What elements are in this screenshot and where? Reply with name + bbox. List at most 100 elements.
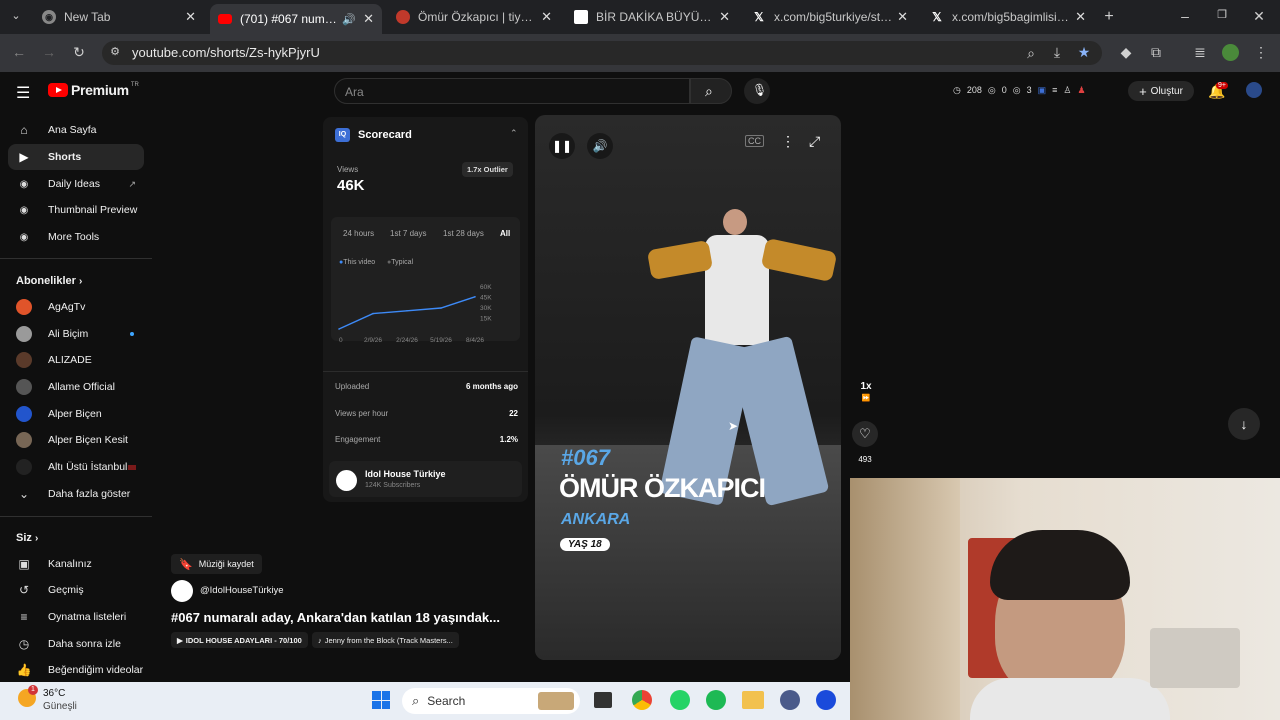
video-title[interactable]: #067 numaralı aday, Ankara'dan katılan 1… (171, 610, 500, 625)
sidebar-item-history[interactable]: ↺ Geçmiş (8, 577, 144, 603)
playback-speed-button[interactable]: 1x ⏩ (854, 381, 878, 409)
pause-button[interactable]: ❚❚ (549, 133, 575, 159)
close-icon[interactable]: ✕ (541, 9, 552, 25)
channel-handle[interactable]: @IdolHouseTürkiye (200, 585, 284, 596)
tab-strip: ⌄ ◉ New Tab ✕ (701) #067 numaralı aday 🔊… (0, 0, 1280, 34)
reading-list-icon[interactable]: ≣ (1191, 44, 1209, 61)
close-icon[interactable]: ✕ (185, 9, 196, 25)
windows-start-icon[interactable] (372, 691, 390, 709)
forward-icon[interactable]: → (40, 44, 58, 60)
new-tab-icon[interactable]: + (1100, 8, 1118, 26)
menu-icon[interactable]: ☰ (16, 83, 30, 103)
app-icon[interactable] (780, 690, 800, 710)
tab-tiyatrolar[interactable]: Ömür Özkapıcı | tiyatrolar... ✕ (388, 4, 560, 30)
minimize-icon[interactable]: – (1176, 8, 1194, 24)
sidebar-sub-item[interactable]: Alper Biçen (8, 401, 144, 427)
range-tab-28d[interactable]: 1st 28 days (443, 229, 484, 238)
sidebar-item-thumbnail-preview[interactable]: ◉ Thumbnail Preview (8, 197, 144, 223)
channel-avatar (16, 459, 32, 475)
url-text[interactable]: youtube.com/shorts/Zs-hykPjyrU (132, 45, 320, 60)
site-info-icon[interactable]: ⚙ (106, 45, 124, 58)
next-video-button[interactable]: ↓ (1228, 408, 1260, 440)
close-icon[interactable]: ✕ (897, 9, 908, 25)
extension-icon[interactable]: ◆ (1117, 44, 1135, 61)
sidebar-item-playlists[interactable]: ≡ Oynatma listeleri (8, 604, 144, 630)
iq-icon[interactable]: ▣ (1038, 85, 1047, 96)
sidebar-sub-item[interactable]: AgAgTv (8, 294, 144, 320)
tab-new-tab[interactable]: ◉ New Tab ✕ (34, 4, 204, 30)
tab-bir-dakika[interactable]: BİR DAKİKA BÜYÜKLER – K ✕ (566, 4, 738, 30)
sidebar-item-daily-ideas[interactable]: ◉ Daily Ideas ↗ (8, 171, 144, 197)
channel-card[interactable] (329, 461, 522, 497)
taskbar-search[interactable]: ⌕ Search (402, 688, 580, 714)
webcam-person-shirt (970, 678, 1170, 720)
bulb-icon[interactable]: ♙ (1063, 85, 1071, 96)
search-button[interactable]: ⌕ (690, 78, 732, 104)
close-icon[interactable]: ✕ (719, 9, 730, 25)
more-options-icon[interactable]: ⋮ (781, 133, 795, 150)
fullscreen-icon[interactable]: ⤢ (809, 133, 820, 150)
list-icon[interactable]: ≡ (1052, 85, 1057, 96)
spotify-icon[interactable] (706, 690, 726, 710)
whatsapp-icon[interactable] (670, 690, 690, 710)
tab-search-icon[interactable]: ⌄ (7, 9, 25, 22)
sidebar-item-more-tools[interactable]: ◉ More Tools (8, 224, 144, 250)
save-music-button[interactable]: 🔖 Müziği kaydet (171, 554, 262, 574)
chrome-taskbar-icon[interactable] (632, 690, 652, 710)
sidebar-sub-item[interactable]: Altı Üstü İstanbul (8, 454, 144, 480)
tab-x-big5turkiye[interactable]: 𝕏 x.com/big5turkiye/status/2 ✕ (744, 4, 916, 30)
uploaded-value: 6 months ago (465, 382, 518, 391)
install-icon[interactable]: ⤓ (1048, 44, 1066, 61)
range-tab-7d[interactable]: 1st 7 days (390, 229, 426, 238)
back-icon[interactable]: ← (10, 44, 28, 60)
sidebar-item-liked-videos[interactable]: 👍 Beğendiğim videolar (8, 657, 144, 683)
ea-app-icon[interactable] (816, 690, 836, 710)
zoom-icon[interactable]: ⌕ (1022, 45, 1040, 62)
captions-button[interactable]: CC (745, 135, 764, 147)
range-tab-24h[interactable]: 24 hours (343, 229, 374, 238)
voice-search-button[interactable]: 🎙 (744, 78, 770, 104)
sidebar-item-watch-later[interactable]: ◷ Daha sonra izle (8, 631, 144, 657)
volume-button[interactable]: 🔊 (587, 133, 613, 159)
youtube-logo[interactable]: Premium TR (48, 82, 139, 98)
sidebar-sub-item[interactable]: Ali Biçim (8, 321, 144, 347)
collapse-chevron-icon[interactable]: ⌃ (510, 128, 518, 139)
reload-icon[interactable]: ↻ (70, 44, 88, 61)
task-view-icon[interactable] (594, 692, 612, 708)
range-tab-all[interactable]: All (500, 229, 510, 238)
sidebar-item-shorts[interactable]: ▶ Shorts (8, 144, 144, 170)
music-chip[interactable]: ♪ Jenny from the Block (Track Masters... (312, 632, 459, 648)
sidebar-sub-item[interactable]: Allame Official (8, 374, 144, 400)
chrome-menu-icon[interactable]: ⋮ (1252, 44, 1270, 61)
bookmark-star-icon[interactable]: ★ (1075, 44, 1093, 61)
channel-avatar[interactable] (171, 580, 193, 602)
search-input[interactable]: Ara (334, 78, 690, 104)
playlist-chip[interactable]: ▶ IDOL HOUSE ADAYLARI - 70/100 (171, 632, 308, 648)
channel-avatar (16, 299, 32, 315)
weather-condition[interactable]: Güneşli (43, 701, 77, 712)
sidebar-sub-item[interactable]: Alper Biçen Kesit (8, 427, 144, 453)
subscriptions-heading[interactable]: Abonelikler › (16, 275, 82, 287)
sidebar-item-home[interactable]: ⌂ Ana Sayfa (8, 117, 144, 143)
weather-temp[interactable]: 36°C (43, 688, 65, 699)
close-icon[interactable]: ✕ (1075, 9, 1086, 25)
alert-icon[interactable]: ♟ (1078, 85, 1086, 96)
like-button[interactable]: ♡ (852, 421, 878, 447)
sidebar-item-your-channel[interactable]: ▣ Kanalınız (8, 551, 144, 577)
tab-youtube[interactable]: (701) #067 numaralı aday 🔊 ✕ (210, 4, 382, 34)
video-number-overlay: #067 (561, 445, 610, 470)
tab-x-big5bagimlisi[interactable]: 𝕏 x.com/big5bagimlisi/status ✕ (922, 4, 1094, 30)
sidebar-sub-item[interactable]: ALIZADE (8, 347, 144, 373)
you-heading[interactable]: Siz › (16, 532, 38, 544)
audio-icon[interactable]: 🔊 (342, 13, 356, 26)
avatar[interactable] (1246, 82, 1262, 98)
file-explorer-icon[interactable] (742, 691, 764, 709)
close-icon[interactable]: ✕ (363, 11, 374, 27)
restore-icon[interactable]: ❐ (1213, 8, 1231, 21)
window-close-icon[interactable]: ✕ (1250, 8, 1268, 25)
short-video-player[interactable]: ❚❚ 🔊 CC ⋮ ⤢ #067 ÖMÜR ÖZKAPICI ANKARA YA… (535, 115, 841, 660)
show-more-button[interactable]: ⌄ Daha fazla göster (8, 481, 144, 507)
profile-avatar[interactable] (1222, 44, 1239, 61)
create-button[interactable]: + Oluştur (1128, 81, 1194, 101)
extensions-puzzle-icon[interactable]: ⧉ (1147, 44, 1165, 61)
